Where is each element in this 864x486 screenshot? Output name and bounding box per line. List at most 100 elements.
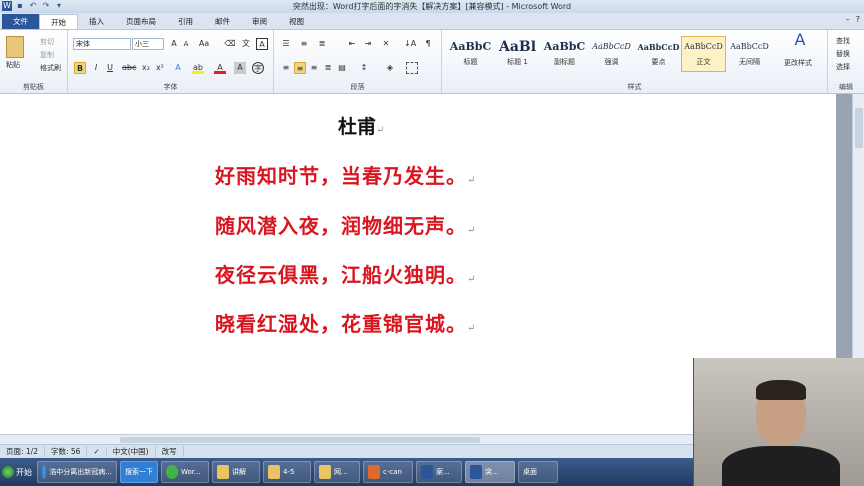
font-size-select[interactable]: 小三 [132,38,164,50]
font-color-icon[interactable]: A [214,62,226,74]
tray-label: 桌面 [523,468,537,476]
taskbar-item[interactable]: 4-5 [263,461,311,483]
paragraph-group-label: 段落 [350,83,365,91]
char-shading-icon[interactable]: A [234,62,246,74]
style-title[interactable]: AaBbC 标题 [448,36,493,72]
grow-font-icon[interactable]: A [168,38,180,50]
tab-home[interactable]: 开始 [39,14,78,29]
taskbar-item[interactable]: 讲解 [212,461,260,483]
change-case-icon[interactable]: Aa [198,38,210,50]
paste-icon[interactable] [6,36,24,58]
enclose-char-icon[interactable]: 字 [252,62,264,74]
subscript-icon[interactable]: x₂ [140,62,152,74]
help-icon[interactable]: ? [856,15,860,24]
font-name-select[interactable]: 宋体 [73,38,131,50]
italic-icon[interactable]: I [90,62,102,74]
bullets-icon[interactable]: ☰ [280,38,292,50]
clear-format-icon[interactable]: ⌫ [224,38,236,50]
start-label: 开始 [16,467,32,477]
overtype-mode[interactable]: 改写 [156,446,184,457]
show-desktop[interactable]: 桌面 [518,461,558,483]
tab-page-layout[interactable]: 页面布局 [115,14,167,29]
tab-view[interactable]: 视图 [278,14,315,29]
align-center-icon[interactable]: ≡ [294,62,306,74]
language[interactable]: 中文(中国) [107,446,156,457]
text-effects-icon[interactable]: A [172,62,184,74]
window-buttons: – ? [846,15,860,24]
taskbar-item[interactable]: 网... [314,461,360,483]
taskbar-item[interactable]: c-can [363,461,413,483]
select-button[interactable]: 选择 [836,62,850,72]
editing-group: 查找 替换 选择 编辑 [828,30,864,94]
taskbar-item[interactable]: 浩中分离出新冠病... [37,461,117,483]
poem-title-text: 杜甫 [338,116,377,138]
style-no-spacing[interactable]: AaBbCcD 无间隔 [727,36,772,72]
styles-group: AaBbC 标题 AaBl 标题 1 AaBbC 副标题 AaBbCcD 强调 … [442,30,828,94]
shrink-font-icon[interactable]: A [180,38,192,50]
chinese-layout-icon[interactable]: ✕ [380,38,392,50]
start-button[interactable]: 开始 [2,461,34,483]
style-subtitle[interactable]: AaBbC 副标题 [542,36,587,72]
page-count[interactable]: 页面: 1/2 [0,446,45,457]
shading-icon[interactable]: ◈ [384,62,396,74]
distributed-icon[interactable]: ▤ [336,62,348,74]
poem-line-text: 夜径云俱黑，江船火独明。 [215,263,467,287]
tab-file[interactable]: 文件 [2,14,39,29]
poem-line-1: 好雨知时节，当春乃发生。↵ [215,160,476,189]
highlight-icon[interactable]: ab [192,62,204,74]
copy-button[interactable]: 复制 [40,50,54,60]
bold-icon[interactable]: B [74,62,86,74]
taskbar-item-label: 讲解 [232,468,246,476]
scroll-thumb[interactable] [855,108,863,148]
folder-icon [319,465,331,479]
numbering-icon[interactable]: ≡ [298,38,310,50]
style-emphasis[interactable]: AaBbCcD 强调 [589,36,634,72]
taskbar-item[interactable]: 案... [416,461,462,483]
tab-references[interactable]: 引用 [167,14,204,29]
title-bar: W ▪ ↶ ↷ ▾ 突然出现：Word打字后面的字消失【解决方案】[兼容模式] … [0,0,864,13]
decrease-indent-icon[interactable]: ⇤ [346,38,358,50]
paragraph-mark: ↵ [376,125,385,136]
line-spacing-icon[interactable]: ↕ [358,62,370,74]
change-styles-icon[interactable]: A [790,32,810,54]
tab-review[interactable]: 审阅 [241,14,278,29]
proofing-icon[interactable]: ✓ [87,447,107,456]
align-left-icon[interactable]: ≡ [280,62,292,74]
taskbar-item[interactable]: Wor... [161,461,209,483]
poem-line-3: 夜径云俱黑，江船火独明。↵ [215,259,476,288]
strikethrough-icon[interactable]: abc [122,62,136,74]
borders-icon[interactable] [406,62,418,74]
increase-indent-icon[interactable]: ⇥ [362,38,374,50]
taskbar-item[interactable]: 搜索一下 [120,461,158,483]
scroll-thumb[interactable] [120,437,480,443]
cut-button[interactable]: 剪切 [40,37,54,47]
multilevel-list-icon[interactable]: ≣ [316,38,328,50]
change-styles-button[interactable]: 更改样式 [784,58,812,68]
style-sample: AaBbC [543,40,586,53]
style-sample: AaBbCcD [637,42,680,52]
clipboard-group-label: 剪贴板 [23,83,44,91]
replace-button[interactable]: 替换 [836,49,850,59]
tab-insert[interactable]: 插入 [78,14,115,29]
tab-mailings[interactable]: 邮件 [204,14,241,29]
minimize-icon[interactable]: – [846,15,850,24]
taskbar-item[interactable]: 突... [465,461,515,483]
char-border-icon[interactable]: A [256,38,268,50]
word-count[interactable]: 字数: 56 [45,446,88,457]
justify-icon[interactable]: ≣ [322,62,334,74]
format-painter-button[interactable]: 格式刷 [40,63,61,73]
align-right-icon[interactable]: ≡ [308,62,320,74]
superscript-icon[interactable]: x² [154,62,166,74]
phonetic-guide-icon[interactable]: 文 [240,38,252,50]
show-marks-icon[interactable]: ¶ [422,38,434,50]
find-button[interactable]: 查找 [836,36,850,46]
ie-icon [42,465,47,479]
paste-button[interactable]: 粘贴 [6,60,20,70]
poem-line-text: 晓看红湿处，花重锦官城。 [215,312,467,336]
style-heading-1[interactable]: AaBl 标题 1 [495,36,540,72]
sort-icon[interactable]: ↓A [404,38,416,50]
style-name: 正文 [696,58,711,66]
style-normal[interactable]: AaBbCcD 正文 [681,36,726,72]
style-strong[interactable]: AaBbCcD 要点 [636,36,681,72]
underline-icon[interactable]: U [104,62,116,74]
